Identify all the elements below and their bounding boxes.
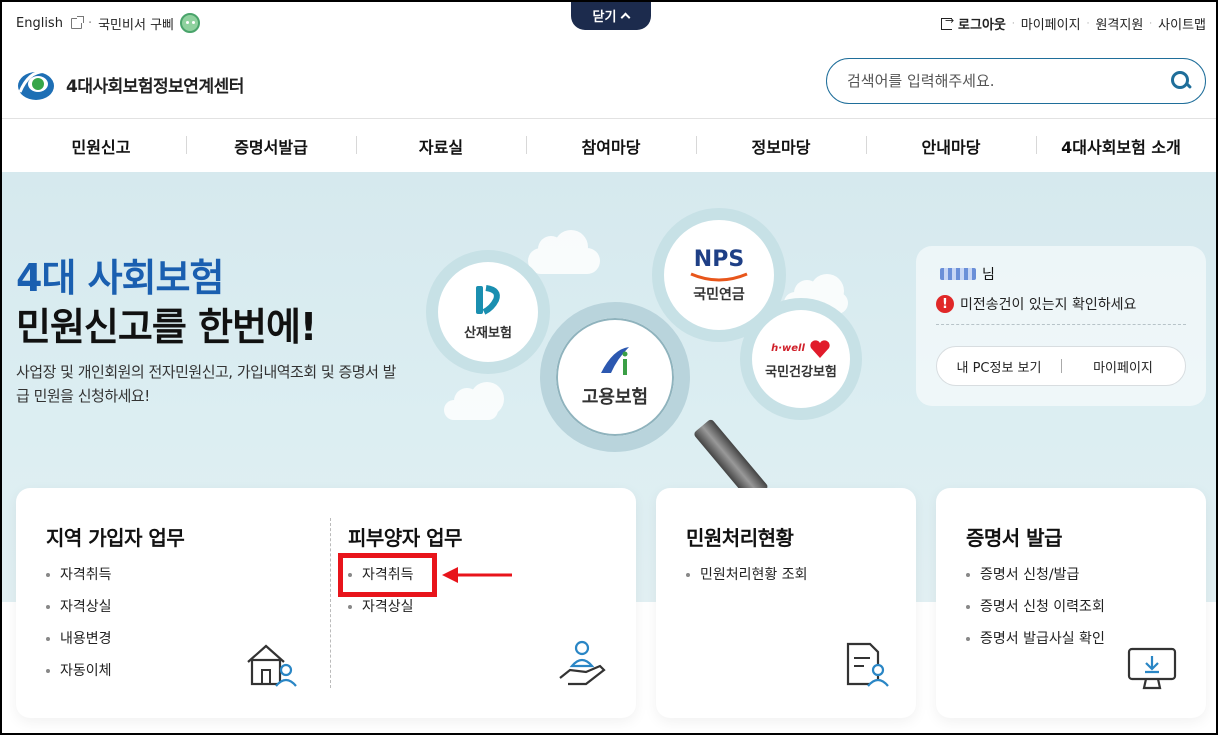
nav-about[interactable]: 4대사회보험 소개 [1036, 134, 1206, 158]
mypage-link[interactable]: 마이페이지 [1021, 14, 1081, 33]
sanjae-label: 산재보험 [464, 325, 512, 341]
status-menu-list: 민원처리현황 조회 [686, 566, 808, 598]
hwell-label: h·well [771, 343, 805, 354]
house-user-icon [247, 644, 297, 687]
heart-icon [810, 339, 830, 358]
separator-dot: · [1011, 18, 1015, 29]
logout-icon [941, 14, 954, 30]
status-card-title: 민원처리현황 [686, 526, 794, 550]
certificate-history-item[interactable]: 증명서 신청 이력조회 [966, 598, 1105, 630]
nps-logo-text: NPS [693, 246, 745, 272]
sitemap-link[interactable]: 사이트맵 [1158, 14, 1206, 33]
user-panel: 님 ! 미전송건이 있는지 확인하세요 내 PC정보 보기 마이페이지 [916, 246, 1206, 406]
close-tab-button[interactable]: 닫기 [571, 0, 651, 30]
dependent-card-title: 피부양자 업무 [348, 526, 462, 550]
search-input[interactable] [847, 72, 1171, 90]
nav-guide[interactable]: 안내마당 [866, 134, 1036, 158]
alert-text: 미전송건이 있는지 확인하세요 [960, 297, 1137, 313]
regional-dependent-card: 지역 가입자 업무 자격취득 자격상실 내용변경 자동이체 피부양자 업무 자격… [16, 488, 636, 718]
unsent-alert: ! 미전송건이 있는지 확인하세요 [936, 294, 1136, 314]
logout-link[interactable]: 로그아웃 [958, 14, 1006, 33]
certificate-card-title: 증명서 발급 [966, 526, 1062, 550]
nps-swoosh-icon [690, 272, 748, 281]
health-label: 국민건강보험 [765, 364, 837, 380]
mypage-button[interactable]: 마이페이지 [1061, 357, 1185, 376]
health-bubble[interactable]: h·well 국민건강보험 [740, 298, 862, 420]
cloud-decoration [444, 382, 504, 420]
chevron-up-icon [621, 12, 631, 22]
logo-mark-icon [18, 69, 54, 100]
sanjae-bubble[interactable]: 산재보험 [426, 250, 550, 374]
status-query-item[interactable]: 민원처리현황 조회 [686, 566, 808, 598]
regional-loss-item[interactable]: 자격상실 [46, 598, 112, 630]
bot-icon[interactable] [180, 13, 200, 33]
separator-dot: · [1149, 18, 1153, 29]
user-suffix: 님 [982, 267, 995, 283]
close-tab-label: 닫기 [592, 9, 617, 25]
regional-acquire-item[interactable]: 자격취득 [46, 566, 112, 598]
monitor-download-icon [1127, 647, 1177, 690]
status-card: 민원처리현황 민원처리현황 조회 [656, 488, 916, 718]
site-logo[interactable]: 4대사회보험정보연계센터 [16, 64, 244, 104]
cloud-decoration [528, 230, 600, 274]
nav-participation[interactable]: 참여마당 [526, 134, 696, 158]
user-name-masked [940, 268, 976, 280]
secretary-link[interactable]: 국민비서 구삐 [98, 14, 174, 33]
user-greeting: 님 [940, 264, 995, 284]
remote-support-link[interactable]: 원격지원 [1095, 14, 1143, 33]
certificate-menu-list: 증명서 신청/발급 증명서 신청 이력조회 증명서 발급사실 확인 [966, 566, 1105, 662]
utility-right: 로그아웃 · 마이페이지 · 원격지원 · 사이트맵 [941, 14, 1206, 33]
regional-autopay-item[interactable]: 자동이체 [46, 662, 112, 694]
dependent-loss-item[interactable]: 자격상실 [348, 598, 414, 630]
nav-archive[interactable]: 자료실 [356, 134, 526, 158]
user-button-group: 내 PC정보 보기 마이페이지 [936, 346, 1186, 386]
nav-certificate[interactable]: 증명서발급 [186, 134, 356, 158]
highlight-box [338, 553, 437, 597]
separator-dot: · [87, 15, 93, 31]
goyong-bubble[interactable]: 고용보험 [540, 302, 690, 452]
external-link-icon [70, 15, 84, 29]
search-icon[interactable] [1171, 71, 1191, 91]
sanjae-logo-icon [476, 284, 500, 315]
pointer-arrow-icon [442, 567, 512, 583]
regional-change-item[interactable]: 내용변경 [46, 630, 112, 662]
regional-card-title: 지역 가입자 업무 [46, 526, 185, 550]
nav-complaint[interactable]: 민원신고 [16, 134, 186, 158]
regional-menu-list: 자격취득 자격상실 내용변경 자동이체 [46, 566, 112, 694]
certificate-apply-item[interactable]: 증명서 신청/발급 [966, 566, 1105, 598]
main-nav: 민원신고 증명서발급 자료실 참여마당 정보마당 안내마당 4대사회보험 소개 [0, 118, 1218, 172]
separator-dot: · [1086, 18, 1090, 29]
document-user-icon [846, 642, 889, 687]
alert-icon: ! [936, 295, 954, 313]
nps-label: 국민연금 [693, 286, 745, 303]
hand-user-icon [559, 640, 606, 686]
health-logo-row: h·well [771, 339, 831, 359]
utility-left: English · 국민비서 구삐 [16, 13, 200, 33]
certificate-card: 증명서 발급 증명서 신청/발급 증명서 신청 이력조회 증명서 발급사실 확인 [936, 488, 1206, 718]
english-link[interactable]: English [16, 16, 63, 31]
nav-information[interactable]: 정보마당 [696, 134, 866, 158]
my-pc-info-button[interactable]: 내 PC정보 보기 [937, 357, 1061, 376]
divider [936, 324, 1186, 325]
logo-text: 4대사회보험정보연계센터 [66, 76, 244, 97]
goyong-label: 고용보험 [581, 387, 649, 408]
certificate-verify-item[interactable]: 증명서 발급사실 확인 [966, 630, 1105, 662]
goyong-logo-icon [601, 347, 629, 375]
search-box [826, 58, 1206, 104]
utility-bar: English · 국민비서 구삐 닫기 로그아웃 · 마이페이지 · 원격지원… [0, 0, 1218, 46]
hero-description: 사업장 및 개인회원의 전자민원신고, 가입내역조회 및 증명서 발급 민원을 … [16, 363, 396, 405]
hero-title-line2: 민원신고를 한번에! [16, 305, 317, 349]
hero-title-line1: 4대 사회보험 [16, 256, 224, 300]
card-divider [330, 518, 331, 688]
